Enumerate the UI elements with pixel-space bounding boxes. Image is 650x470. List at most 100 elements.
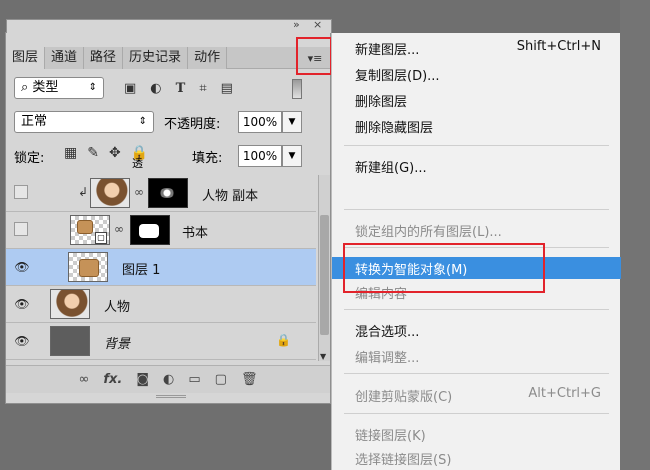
lock-transparent-icon[interactable]: ▦ (64, 145, 77, 161)
menu-separator (344, 413, 609, 414)
menu-item-blending-options[interactable]: 混合选项... (332, 319, 621, 341)
menu-item-create-clipping-mask[interactable]: 创建剪贴蒙版(C) Alt+Ctrl+G (332, 384, 621, 406)
blend-mode-value: 正常 (21, 114, 48, 129)
panel-tabs: 图层 通道 路径 历史记录 动作 (6, 47, 330, 69)
filter-type-value: 类型 (32, 80, 59, 95)
search-icon: ⌕ (21, 80, 33, 95)
fill-label: 填充: (192, 151, 223, 166)
tooltip-text: 透 (132, 157, 143, 170)
smart-object-icon: ▢ (95, 232, 107, 244)
blend-row: 正常 ⇕ 不透明度: 100% ▼ (14, 111, 324, 135)
new-layer-icon[interactable]: ▢ (215, 372, 227, 387)
menu-item-delete-hidden[interactable]: 删除隐藏图层 (332, 115, 621, 137)
layer-row[interactable]: ↲ ∞ 人物 副本 (6, 175, 316, 212)
scroll-down-icon[interactable]: ▼ (320, 352, 326, 361)
layer-thumbnail (50, 289, 90, 319)
layer-name: 背景 (104, 337, 131, 352)
updown-arrow-icon: ⇕ (88, 82, 97, 93)
filter-toggle[interactable] (292, 79, 302, 99)
layer-name: 人物 (104, 300, 131, 315)
pixel-filter-icon[interactable]: ▣ (124, 81, 136, 96)
updown-arrow-icon: ⇕ (138, 116, 147, 127)
scrollbar-thumb[interactable] (320, 215, 329, 335)
new-group-icon[interactable]: ▭ (188, 372, 200, 387)
lock-row: 锁定: ▦ ✎ ✥ 🔒 透 填充: 100% ▼ (14, 145, 324, 170)
eye-icon[interactable]: 👁 (14, 259, 30, 275)
canvas-background (620, 0, 650, 470)
menu-item-label: 复制图层(D)... (355, 69, 440, 84)
menu-item-duplicate-layer[interactable]: 复制图层(D)... (332, 63, 621, 85)
layer-row[interactable]: 👁 人物 (6, 286, 316, 323)
menu-item-label: 锁定组内的所有图层(L)... (355, 225, 502, 240)
menu-item-label: 编辑调整... (355, 351, 420, 366)
layer-row[interactable]: ▢ ∞ 书本 (6, 212, 316, 249)
fill-input[interactable]: 100% (238, 145, 282, 167)
menu-item-shortcut: Shift+Ctrl+N (516, 39, 601, 54)
mask-thumbnail (130, 215, 170, 245)
menu-item-new-group[interactable]: 新建组(G)... (332, 155, 621, 177)
layer-thumbnail (50, 326, 90, 356)
eye-icon[interactable]: 👁 (14, 296, 30, 312)
visibility-toggle[interactable] (14, 222, 28, 236)
panel-bottom-toolbar: ∞ fx. ◙ ◐ ▭ ▢ 🗑 (6, 365, 330, 393)
tab-channels[interactable]: 通道 (45, 47, 85, 69)
tab-actions[interactable]: 动作 (188, 47, 228, 69)
link-layers-icon[interactable]: ∞ (79, 372, 90, 387)
tab-paths[interactable]: 路径 (84, 47, 124, 69)
clip-arrow-icon: ↲ (78, 185, 89, 199)
adjustment-filter-icon[interactable]: ◐ (150, 81, 161, 96)
visibility-toggle[interactable] (14, 185, 28, 199)
menu-item-lock-group[interactable]: 锁定组内的所有图层(L)... (332, 219, 621, 241)
lock-label: 锁定: (14, 151, 45, 166)
layer-row[interactable]: 👁 背景 🔒 (6, 323, 316, 360)
opacity-input[interactable]: 100% (238, 111, 282, 133)
menu-item-delete-layer[interactable]: 删除图层 (332, 89, 621, 111)
tab-layers[interactable]: 图层 (6, 47, 46, 69)
menu-item-label: 新建图层... (355, 43, 420, 58)
menu-item-shortcut: Alt+Ctrl+G (528, 386, 601, 401)
panel-title-bar[interactable]: » × (6, 18, 332, 33)
layer-thumbnail (90, 178, 130, 208)
add-mask-icon[interactable]: ◙ (136, 372, 149, 387)
menu-item-label: 新建组(G)... (355, 161, 427, 176)
lock-position-icon[interactable]: ✥ (109, 145, 121, 161)
filter-type-select[interactable]: ⌕ 类型 ⇕ (14, 77, 104, 99)
type-filter-icon[interactable]: T (176, 81, 186, 96)
shape-filter-icon[interactable]: ⌗ (199, 81, 206, 96)
smart-object-filter-icon[interactable]: ▤ (221, 81, 233, 96)
fx-icon[interactable]: fx. (103, 372, 122, 387)
menu-item-edit-adjustment[interactable]: 编辑调整... (332, 345, 621, 367)
annotation-red-box-menu (296, 37, 332, 75)
layer-scrollbar[interactable]: ▼ (318, 175, 330, 361)
blend-mode-select[interactable]: 正常 ⇕ (14, 111, 154, 133)
layer-thumbnail: ▢ (70, 215, 110, 245)
trash-icon[interactable]: 🗑 (241, 372, 258, 387)
lock-icon: 🔒 (276, 333, 291, 347)
menu-item-link-layers[interactable]: 链接图层(K) (332, 423, 621, 445)
lock-paint-icon[interactable]: ✎ (87, 145, 99, 161)
menu-item-new-layer[interactable]: 新建图层... Shift+Ctrl+N (332, 37, 621, 59)
menu-separator (344, 145, 609, 146)
mask-thumbnail (148, 178, 188, 208)
menu-separator (344, 373, 609, 374)
close-panel-icon[interactable]: × (313, 18, 322, 31)
adjustment-layer-icon[interactable]: ◐ (163, 372, 174, 387)
menu-item-label: 删除图层 (355, 95, 408, 110)
link-icon[interactable]: ∞ (114, 222, 124, 236)
menu-item-label: 混合选项... (355, 325, 420, 340)
layer-name: 图层 1 (122, 263, 161, 278)
eye-icon[interactable]: 👁 (14, 333, 30, 349)
fill-dropdown-icon[interactable]: ▼ (282, 145, 302, 167)
tab-history[interactable]: 历史记录 (123, 47, 189, 69)
opacity-dropdown-icon[interactable]: ▼ (282, 111, 302, 133)
annotation-red-box-convert (343, 243, 545, 293)
filter-icons: ▣ ◐ T ⌗ ▤ (124, 81, 233, 96)
layer-row-selected[interactable]: 👁 图层 1 (6, 249, 316, 286)
collapse-icon[interactable]: » (293, 18, 300, 31)
layer-name: 人物 副本 (202, 189, 259, 204)
menu-item-select-linked[interactable]: 选择链接图层(S) (332, 447, 621, 469)
resize-grip[interactable] (156, 395, 186, 398)
opacity-label: 不透明度: (164, 117, 221, 132)
link-icon[interactable]: ∞ (134, 185, 144, 199)
menu-item-label: 创建剪贴蒙版(C) (355, 390, 453, 405)
